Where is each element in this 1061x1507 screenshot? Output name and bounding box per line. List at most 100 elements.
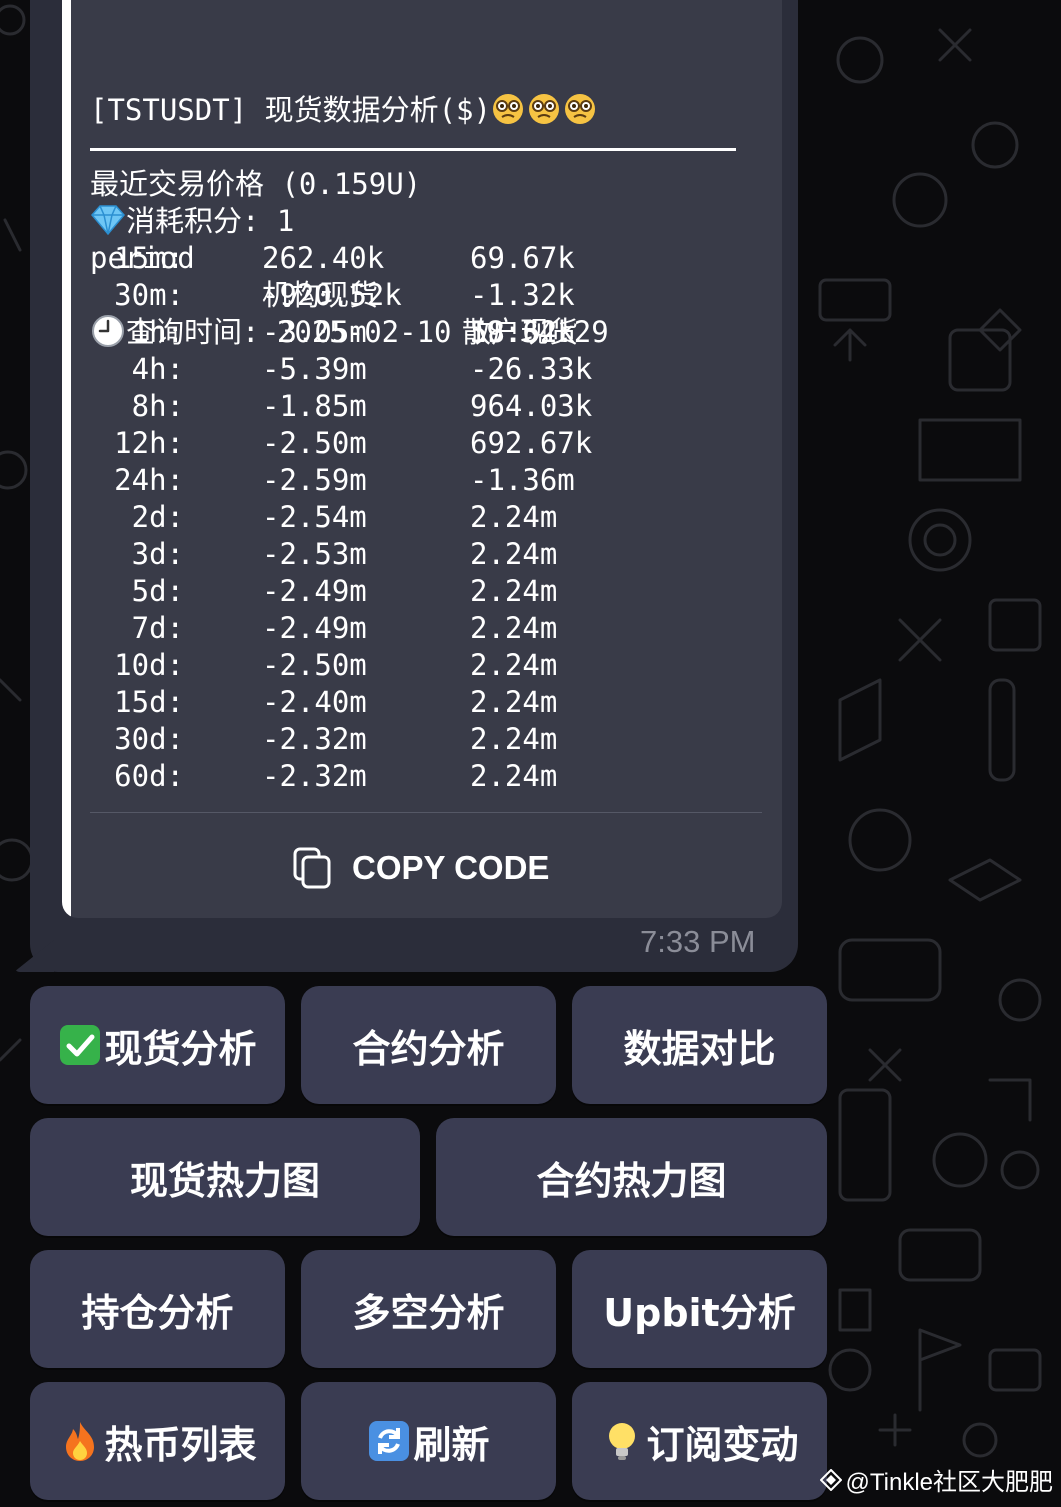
table-row: 3d: -2.53m 2.24m	[90, 536, 558, 573]
table-row: 5d: -2.49m 2.24m	[90, 573, 558, 610]
hot-coins-label: 热币列表	[104, 1422, 257, 1467]
period-cell: 3d:	[131, 537, 184, 571]
table-row: 15d: -2.40m 2.24m	[90, 684, 557, 721]
table-row: 24h: -2.59m -1.36m	[90, 462, 575, 499]
hot-coins-button[interactable]: 热币列表	[30, 1382, 285, 1500]
period-cell: 10d:	[114, 648, 184, 682]
retail-cell: 692.67k	[470, 426, 593, 460]
table-row: 1h: -3.05m 58.62k	[90, 314, 575, 351]
institutional-cell: -2.54m	[262, 500, 367, 534]
monocle-face-icon	[491, 93, 597, 127]
period-cell: 15d:	[114, 685, 184, 719]
institutional-cell: -2.32m	[262, 722, 367, 756]
spot-heatmap-button[interactable]: 现货热力图	[30, 1118, 420, 1236]
refresh-button[interactable]: 刷新	[301, 1382, 556, 1500]
flow-table: 最近交易价格 (0.159U) period 机构现货 散户现货 15m: 262…	[90, 166, 593, 795]
data-compare-label: 数据对比	[623, 1026, 776, 1071]
long-short-analysis-label: 多空分析	[352, 1290, 505, 1335]
period-cell: 7d:	[131, 611, 184, 645]
table-row: 4h: -5.39m -26.33k	[90, 351, 593, 388]
retail-cell: 58.62k	[470, 315, 575, 349]
spot-analysis-button[interactable]: 现货分析	[30, 986, 285, 1104]
subscribe-label: 订阅变动	[646, 1422, 799, 1467]
retail-cell: 2.24m	[470, 648, 558, 682]
retail-cell: 2.24m	[470, 685, 558, 719]
watermark-logo-icon	[819, 1468, 842, 1491]
retail-cell: 2.24m	[470, 759, 558, 793]
retail-cell: 2.24m	[470, 537, 558, 571]
message-timestamp: 7:33 PM	[640, 924, 756, 959]
period-cell: 60d:	[114, 759, 184, 793]
header-divider	[90, 148, 736, 151]
copy-code-label: COPY CODE	[352, 849, 550, 886]
copy-code-button[interactable]: COPY CODE	[292, 838, 549, 898]
header-title-line: [TSTUSDT] 现货数据分析($)	[90, 92, 609, 129]
copy-divider	[90, 812, 762, 813]
table-header-row: period 机构现货 散户现货	[90, 203, 578, 349]
refresh-label: 刷新	[413, 1422, 490, 1467]
retail-cell: 2.24m	[470, 722, 558, 756]
table-title: 最近交易价格 (0.159U)	[90, 166, 421, 203]
position-analysis-button[interactable]: 持仓分析	[30, 1250, 285, 1368]
retail-cell: -26.33k	[470, 352, 593, 386]
spot-heatmap-label: 现货热力图	[129, 1158, 320, 1203]
contract-analysis-button[interactable]: 合约分析	[301, 986, 556, 1104]
institutional-cell: -3.05m	[262, 315, 367, 349]
table-row: 30m: -920.52k -1.32k	[90, 277, 575, 314]
fire-icon	[58, 1419, 102, 1463]
table-row: 12h: -2.50m 692.67k	[90, 425, 592, 462]
table-row: 8h: -1.85m 964.03k	[90, 388, 593, 425]
position-analysis-label: 持仓分析	[81, 1290, 234, 1335]
table-title-text: 最近交易价格 (0.159U)	[90, 167, 422, 201]
period-cell: 12h:	[114, 426, 184, 460]
institutional-cell: -2.49m	[262, 611, 367, 645]
retail-cell: 964.03k	[470, 389, 593, 423]
subscribe-button[interactable]: 订阅变动	[572, 1382, 827, 1500]
contract-heatmap-label: 合约热力图	[536, 1158, 727, 1203]
upbit-analysis-label: Upbit分析	[603, 1290, 796, 1335]
contract-heatmap-button[interactable]: 合约热力图	[436, 1118, 827, 1236]
light-bulb-icon	[600, 1419, 644, 1463]
institutional-cell: -2.59m	[262, 463, 367, 497]
period-cell: 1h:	[131, 315, 184, 349]
period-cell: 24h:	[114, 463, 184, 497]
copy-icon	[293, 847, 331, 889]
institutional-cell: -1.85m	[262, 389, 367, 423]
table-row: 10d: -2.50m 2.24m	[90, 647, 557, 684]
period-cell: 5d:	[131, 574, 184, 608]
refresh-icon	[367, 1419, 411, 1463]
code-block[interactable]: [TSTUSDT] 现货数据分析($) 消耗积分: 1 查询时间: 2025-0…	[62, 0, 782, 918]
retail-cell: 69.67k	[470, 241, 575, 275]
contract-analysis-label: 合约分析	[352, 1026, 505, 1071]
retail-cell: 2.24m	[470, 500, 558, 534]
period-cell: 15m:	[114, 241, 184, 275]
institutional-cell: -2.49m	[262, 574, 367, 608]
table-row: 60d: -2.32m 2.24m	[90, 758, 557, 795]
period-cell: 30d:	[114, 722, 184, 756]
institutional-cell: 262.40k	[262, 241, 385, 275]
period-cell: 30m:	[114, 278, 184, 312]
retail-cell: -1.36m	[470, 463, 575, 497]
period-cell: 4h:	[131, 352, 184, 386]
institutional-cell: -2.40m	[262, 685, 367, 719]
code-block-accent-bar	[62, 0, 71, 918]
table-row: 30d: -2.32m 2.24m	[90, 721, 557, 758]
long-short-analysis-button[interactable]: 多空分析	[301, 1250, 556, 1368]
table-row: 2d: -2.54m 2.24m	[90, 499, 558, 536]
table-row: 7d: -2.49m 2.24m	[90, 610, 558, 647]
watermark-text: @Tinkle社区大肥肥	[845, 1469, 1054, 1496]
upbit-analysis-button[interactable]: Upbit分析	[572, 1250, 827, 1368]
period-cell: 8h:	[131, 389, 184, 423]
institutional-cell: -5.39m	[262, 352, 367, 386]
spot-analysis-label: 现货分析	[104, 1026, 257, 1071]
institutional-cell: -2.32m	[262, 759, 367, 793]
retail-cell: -1.32k	[470, 278, 575, 312]
data-compare-button[interactable]: 数据对比	[572, 986, 827, 1104]
retail-cell: 2.24m	[470, 574, 558, 608]
header-title: [TSTUSDT] 现货数据分析($)	[90, 93, 491, 127]
period-cell: 2d:	[131, 500, 184, 534]
institutional-cell: -2.53m	[262, 537, 367, 571]
check-mark-icon	[58, 1023, 102, 1067]
institutional-cell: -2.50m	[262, 648, 367, 682]
institutional-cell: -920.52k	[262, 278, 402, 312]
